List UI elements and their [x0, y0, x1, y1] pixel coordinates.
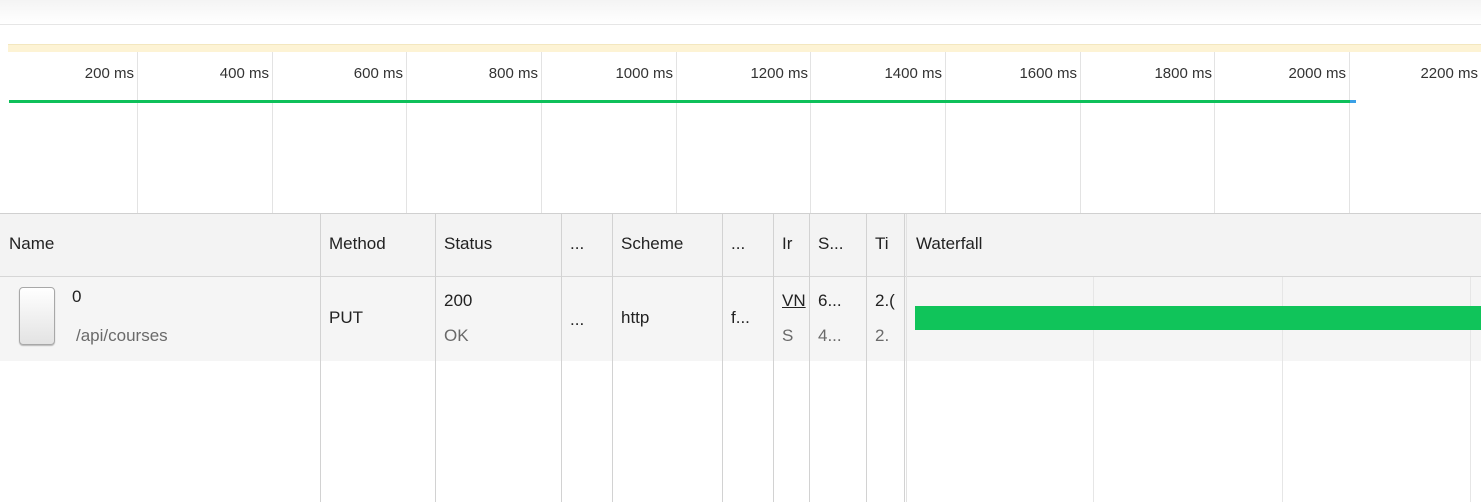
column-header-method[interactable]: Method: [320, 214, 435, 276]
overview-gridline: [945, 52, 946, 213]
overview-tick-label: 1200 ms: [750, 65, 808, 82]
column-header-hidden-2[interactable]: ...: [722, 214, 773, 276]
overview-gridline: [406, 52, 407, 213]
column-divider[interactable]: [320, 214, 321, 502]
overview-gridline: [1214, 52, 1215, 213]
overview-tick-label: 1000 ms: [615, 65, 673, 82]
column-header-status[interactable]: Status: [435, 214, 561, 276]
overview-tick-label: 800 ms: [488, 65, 538, 82]
column-divider[interactable]: [866, 214, 867, 502]
timeline-overview[interactable]: 200 ms 400 ms 600 ms 800 ms 1000 ms 1200…: [0, 52, 1481, 213]
waterfall-divider: [906, 214, 907, 502]
overview-gridline: [1080, 52, 1081, 213]
waterfall-row: [0, 277, 1481, 361]
column-divider[interactable]: [809, 214, 810, 502]
waterfall-request-bar[interactable]: [915, 306, 1481, 330]
network-request-table: Name Method Status ... Scheme ... Ir S..…: [0, 213, 1481, 502]
toolbar-strip: [0, 0, 1481, 25]
overview-tick-label: 1800 ms: [1154, 65, 1212, 82]
overview-gridline: [137, 52, 138, 213]
overview-gridline: [541, 52, 542, 213]
column-header-initiator[interactable]: Ir: [773, 214, 809, 276]
overview-request-bar: [9, 100, 1350, 103]
column-divider[interactable]: [612, 214, 613, 502]
overview-tick-label: 1600 ms: [1019, 65, 1077, 82]
column-header-scheme[interactable]: Scheme: [612, 214, 722, 276]
column-divider[interactable]: [722, 214, 723, 502]
overview-gridline: [810, 52, 811, 213]
column-divider[interactable]: [435, 214, 436, 502]
overview-tick-label: 200 ms: [84, 65, 134, 82]
column-header-hidden-1[interactable]: ...: [561, 214, 612, 276]
timeline-highlight-band: [8, 44, 1481, 52]
overview-tick-label: 400 ms: [219, 65, 269, 82]
table-header: Name Method Status ... Scheme ... Ir S..…: [0, 214, 1481, 277]
overview-gridline: [1349, 52, 1350, 213]
column-header-size[interactable]: S...: [809, 214, 866, 276]
overview-gridline: [272, 52, 273, 213]
column-header-name[interactable]: Name: [0, 214, 320, 276]
overview-tick-label: 1400 ms: [884, 65, 942, 82]
overview-tick-label: 2200 ms: [1420, 65, 1478, 82]
column-divider[interactable]: [773, 214, 774, 502]
column-header-waterfall[interactable]: Waterfall: [907, 214, 1481, 276]
column-divider[interactable]: [561, 214, 562, 502]
overview-gridline: [676, 52, 677, 213]
overview-request-bar-end: [1350, 100, 1356, 103]
column-divider[interactable]: [904, 214, 905, 502]
column-header-time[interactable]: Ti: [866, 214, 904, 276]
overview-tick-label: 2000 ms: [1288, 65, 1346, 82]
overview-tick-label: 600 ms: [353, 65, 403, 82]
